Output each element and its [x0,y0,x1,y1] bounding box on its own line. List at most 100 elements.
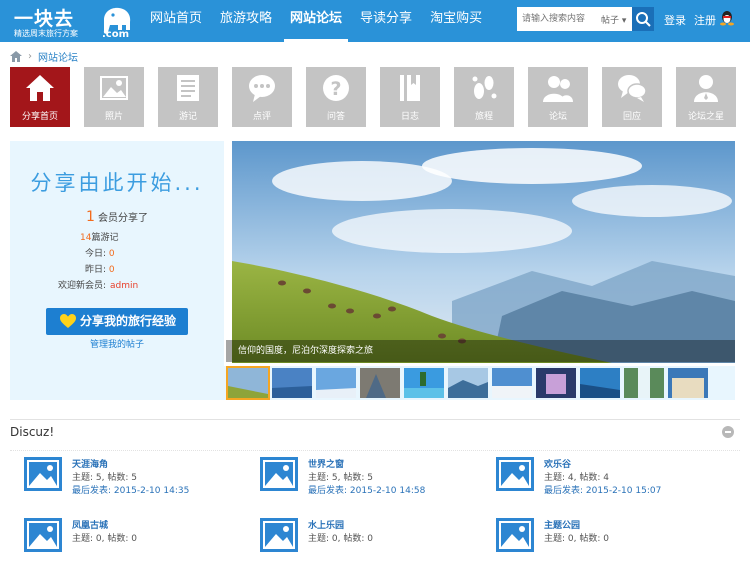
svg-text:?: ? [330,78,341,100]
tile-travel-notes[interactable]: 游记 [158,67,218,127]
forum-stats: 主题: 0, 帖数: 0 [308,534,373,544]
forum-image-icon [260,457,298,491]
forum-last-post[interactable]: 最后发表: 2015-2-10 14:58 [308,483,425,496]
new-member-link[interactable]: admin [110,281,138,291]
thumbnail-8[interactable] [536,368,576,398]
diary-icon [400,75,420,101]
nav-guides[interactable]: 旅游攻略 [214,0,278,42]
forum-users-icon [543,76,573,102]
thumbnail-11[interactable] [668,368,708,398]
search-input[interactable] [517,7,595,31]
qq-penguin-icon[interactable] [720,10,734,26]
forum-image-icon [496,518,534,552]
footprint-icon [472,76,497,99]
forum-name[interactable]: 天涯海角 [72,457,108,470]
share-panel: 分享由此开始... 1 会员分享了 14篇游记 今日: 0 昨日: 0 欢迎新会员… [10,141,224,400]
question-icon: ? [323,75,349,101]
thumbnail-2[interactable] [272,368,312,398]
forum-name[interactable]: 主题公园 [544,518,580,531]
tile-forum-star[interactable]: 论坛之星 [676,67,736,127]
forum-last-post[interactable]: 最后发表: 2015-2-10 15:07 [544,483,661,496]
collapse-icon[interactable] [722,426,734,438]
share-title: 分享由此开始... [30,171,204,195]
main-nav: 网站首页 旅游攻略 网站论坛 导读分享 淘宝购买 [144,0,494,42]
forum-image-icon [496,457,534,491]
forum-stats: 主题: 5, 帖数: 5 [72,473,137,483]
logo-text: 一块去 [14,8,75,30]
tile-label: 照片 [104,112,123,122]
manage-posts-link[interactable]: 管理我的帖子 [10,337,224,350]
tile-label: 游记 [178,112,197,122]
forum-stats: 主题: 5, 帖数: 5 [308,473,373,483]
logo-com-text: .com [102,29,129,38]
site-logo[interactable]: 一块去 精选周末旅行方案 .com [14,4,136,40]
thumbnail-10[interactable] [624,368,664,398]
tile-forum[interactable]: 论坛 [528,67,588,127]
category-tiles: 分享首页 照片 游记 点评 ? 问答 日志 旅程 论坛 回应 论坛之星 [10,67,740,127]
thumbnail-4[interactable] [360,368,400,398]
breadcrumb-current[interactable]: 网站论坛 [38,49,78,64]
forum-name[interactable]: 世界之窗 [308,457,344,470]
thumbnail-5[interactable] [404,368,444,398]
forum-name[interactable]: 水上乐园 [308,518,344,531]
nav-forum[interactable]: 网站论坛 [284,0,349,42]
tile-journey[interactable]: 旅程 [454,67,514,127]
forum-image-icon [24,518,62,552]
forum-image-icon [24,457,62,491]
tile-replies[interactable]: 回应 [602,67,662,127]
yesterday-count: 昨日: 0 [85,265,115,275]
thumbnail-3[interactable] [316,368,356,398]
home-icon[interactable] [10,50,22,62]
forum-section-header: Discuz! [10,419,740,445]
forum-section-title[interactable]: Discuz! [10,425,54,439]
tile-label: 问答 [326,112,345,122]
search-type-select[interactable]: 帖子 ▾ [601,13,626,26]
tile-qa[interactable]: ? 问答 [306,67,366,127]
register-link[interactable]: 注册 [694,12,716,28]
forum-item[interactable]: 主题公园 主题: 0, 帖数: 0 [496,518,732,568]
thumbnail-strip [224,366,735,400]
site-header: 一块去 精选周末旅行方案 .com 网站首页 旅游攻略 网站论坛 导读分享 淘宝… [0,0,750,42]
tile-label: 日志 [400,112,419,122]
tile-reviews[interactable]: 点评 [232,67,292,127]
forum-stats: 主题: 4, 帖数: 4 [544,473,609,483]
forum-item[interactable]: 天涯海角 主题: 5, 帖数: 5 最后发表: 2015-2-10 14:35 [24,457,260,507]
tile-label: 论坛之星 [687,112,724,122]
nav-home[interactable]: 网站首页 [144,0,208,42]
logo-slogan: 精选周末旅行方案 [14,29,78,38]
tile-photos[interactable]: 照片 [84,67,144,127]
login-link[interactable]: 登录 [664,12,686,28]
travelnote-icon [177,75,199,101]
tile-label: 回应 [622,112,641,122]
elephant-logo-icon: .com [102,7,131,38]
tile-diary[interactable]: 日志 [380,67,440,127]
share-experience-button[interactable]: 分享我的旅行经验 [46,308,188,335]
forum-last-post[interactable]: 最后发表: 2015-2-10 14:35 [72,483,189,496]
hero-caption[interactable]: 信仰的国度，尼泊尔深度探索之旅 [226,340,735,362]
forum-stats: 主题: 0, 帖数: 0 [544,534,609,544]
breadcrumb-separator: › [28,50,32,62]
search-button[interactable] [632,7,654,31]
forum-item[interactable]: 世界之窗 主题: 5, 帖数: 5 最后发表: 2015-2-10 14:58 [260,457,496,507]
forum-name[interactable]: 欢乐谷 [544,457,571,470]
thumbnail-9[interactable] [580,368,620,398]
divider [10,450,740,451]
forum-item[interactable]: 欢乐谷 主题: 4, 帖数: 4 最后发表: 2015-2-10 15:07 [496,457,732,507]
forum-name[interactable]: 凤凰古城 [72,518,108,531]
thumbnail-7[interactable] [492,368,532,398]
forum-stats: 主题: 0, 帖数: 0 [72,534,137,544]
tile-share-home[interactable]: 分享首页 [10,67,70,127]
tile-label: 点评 [252,112,271,122]
member-share-count: 1 会员分享了 [86,209,148,225]
tile-label: 旅程 [474,112,493,122]
forum-item[interactable]: 水上乐园 主题: 0, 帖数: 0 [260,518,496,568]
forum-image-icon [260,518,298,552]
nav-taobao[interactable]: 淘宝购买 [424,0,488,42]
breadcrumb: › 网站论坛 [10,49,78,64]
forum-item[interactable]: 凤凰古城 主题: 0, 帖数: 0 [24,518,260,568]
thumbnail-6[interactable] [448,368,488,398]
hero-banner-image[interactable] [232,141,735,363]
reply-icon [618,75,647,102]
nav-share[interactable]: 导读分享 [354,0,418,42]
thumbnail-1[interactable] [226,366,270,400]
